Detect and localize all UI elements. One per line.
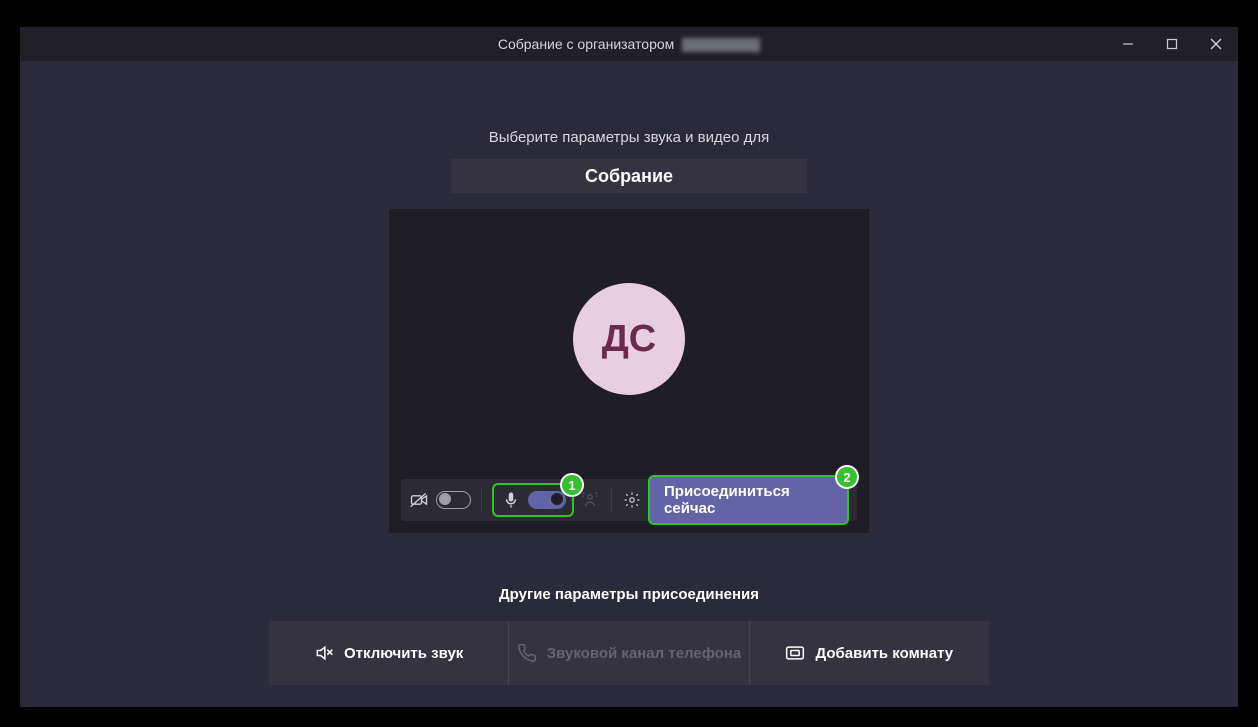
add-room-option[interactable]: Добавить комнату bbox=[749, 621, 989, 685]
annotation-bubble-2: 2 bbox=[835, 465, 859, 489]
join-label: Присоединиться сейчас bbox=[664, 483, 790, 517]
phone-icon bbox=[517, 643, 537, 663]
separator bbox=[611, 488, 612, 512]
other-options-heading: Другие параметры присоединения bbox=[20, 586, 1238, 603]
phone-label: Звуковой канал телефона bbox=[547, 645, 741, 662]
meeting-name-text: Собрание bbox=[585, 166, 673, 187]
minimize-button[interactable] bbox=[1106, 27, 1150, 61]
camera-toggle[interactable] bbox=[436, 491, 472, 509]
mute-label: Отключить звук bbox=[344, 645, 463, 662]
mic-toggle-group: 1 bbox=[492, 483, 574, 517]
maximize-button[interactable] bbox=[1150, 27, 1194, 61]
join-now-button[interactable]: Присоединиться сейчас 2 bbox=[648, 475, 849, 525]
app-window: Собрание с организатором Выберите параме… bbox=[20, 27, 1238, 707]
room-label: Добавить комнату bbox=[815, 645, 953, 662]
meeting-name-input[interactable]: Собрание bbox=[451, 159, 807, 193]
camera-off-icon bbox=[409, 489, 430, 511]
speaker-mute-icon bbox=[314, 643, 334, 663]
room-icon bbox=[785, 643, 805, 663]
background-effects-icon[interactable] bbox=[580, 489, 601, 511]
separator bbox=[481, 488, 482, 512]
prejoin-controls: 1 bbox=[401, 479, 857, 521]
close-button[interactable] bbox=[1194, 27, 1238, 61]
mute-audio-option[interactable]: Отключить звук bbox=[269, 621, 508, 685]
title-text: Собрание с организатором bbox=[498, 36, 674, 52]
window-title: Собрание с организатором bbox=[20, 36, 1238, 52]
other-options-row: Отключить звук Звуковой канал телефона Д… bbox=[269, 621, 989, 685]
instruction-text: Выберите параметры звука и видео для bbox=[20, 129, 1238, 146]
mic-toggle[interactable] bbox=[528, 491, 566, 509]
title-organizer-redacted bbox=[682, 38, 760, 52]
content-area: Выберите параметры звука и видео для Соб… bbox=[20, 61, 1238, 707]
avatar: ДС bbox=[573, 283, 685, 395]
phone-audio-option: Звуковой канал телефона bbox=[508, 621, 748, 685]
video-preview: ДС bbox=[389, 209, 869, 533]
window-controls bbox=[1106, 27, 1238, 61]
settings-gear-icon[interactable] bbox=[621, 489, 642, 511]
avatar-initials: ДС bbox=[602, 318, 657, 361]
microphone-icon bbox=[500, 489, 522, 511]
annotation-bubble-1: 1 bbox=[560, 473, 584, 497]
titlebar: Собрание с организатором bbox=[20, 27, 1238, 61]
